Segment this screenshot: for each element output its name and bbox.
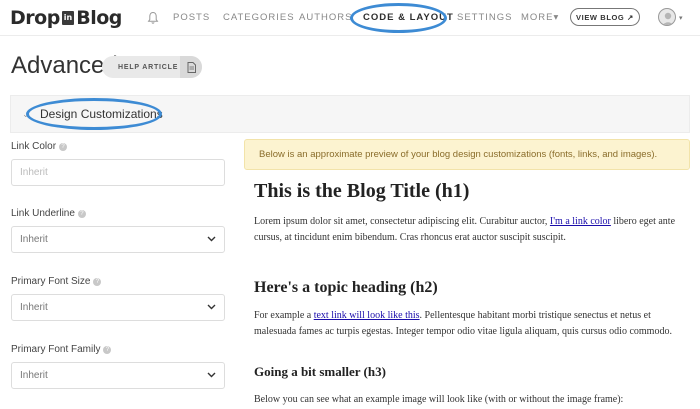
- primary-font-family-value: Inherit: [20, 370, 48, 381]
- chevron-down-icon: [207, 236, 216, 242]
- help-icon[interactable]: ?: [93, 278, 102, 286]
- help-icon[interactable]: ?: [77, 210, 86, 218]
- primary-font-size-value: Inherit: [20, 302, 48, 313]
- link-color-label-text: Link Color: [11, 141, 57, 152]
- primary-font-family-label: Primary Font Family?: [11, 344, 112, 355]
- nav-categories[interactable]: CATEGORIES: [223, 12, 295, 23]
- preview-paragraph-3: Below you can see what an example image …: [254, 394, 624, 405]
- preview-paragraph-1: Lorem ipsum dolor sit amet, consectetur …: [254, 214, 694, 246]
- logo-text-blog: Blog: [76, 7, 122, 29]
- link-underline-value: Inherit: [20, 234, 48, 245]
- primary-font-size-select[interactable]: Inherit: [11, 294, 225, 321]
- user-icon: [662, 12, 674, 25]
- help-article-label: HELP ARTICLE: [118, 63, 179, 71]
- link-underline-label-text: Link Underline: [11, 208, 75, 219]
- avatar[interactable]: [658, 8, 676, 26]
- chevron-down-icon[interactable]: ▾: [679, 14, 683, 22]
- preview-notice: Below is an approximate preview of your …: [244, 139, 690, 170]
- help-article-button[interactable]: HELP ARTICLE: [102, 56, 202, 78]
- dropinblog-logo[interactable]: Drop in Blog: [10, 7, 122, 29]
- preview-h3: Going a bit smaller (h3): [254, 364, 386, 379]
- nav-settings[interactable]: SETTINGS: [457, 12, 513, 23]
- logo-text-drop: Drop: [10, 7, 60, 29]
- link-underline-select[interactable]: Inherit: [11, 226, 225, 253]
- link-color-placeholder: Inherit: [20, 167, 48, 178]
- logo-text-in: in: [61, 11, 75, 25]
- document-icon: [180, 56, 202, 78]
- help-icon[interactable]: ?: [103, 346, 112, 354]
- link-color-input[interactable]: Inherit: [11, 159, 225, 186]
- preview-p1-text-a: Lorem ipsum dolor sit amet, consectetur …: [254, 216, 550, 227]
- bell-icon[interactable]: [147, 11, 159, 25]
- preview-h2: Here's a topic heading (h2): [254, 279, 438, 296]
- nav-more[interactable]: MORE▾: [521, 12, 559, 23]
- primary-font-family-label-text: Primary Font Family: [11, 344, 101, 355]
- help-icon[interactable]: ?: [59, 143, 68, 151]
- preview-p2-text-a: For example a: [254, 310, 314, 321]
- chevron-down-icon: [207, 372, 216, 378]
- section-highlight-ring: [26, 98, 162, 130]
- nav-posts[interactable]: POSTS: [173, 12, 210, 23]
- nav-highlight-ring: [350, 3, 447, 33]
- primary-font-family-select[interactable]: Inherit: [11, 362, 225, 389]
- preview-h1: This is the Blog Title (h1): [254, 180, 470, 202]
- preview-paragraph-2: For example a text link will look like t…: [254, 308, 694, 340]
- preview-link-color[interactable]: I'm a link color: [550, 216, 611, 227]
- link-underline-label: Link Underline?: [11, 208, 86, 219]
- view-blog-button[interactable]: VIEW BLOG ↗: [570, 8, 640, 26]
- chevron-down-icon: [207, 304, 216, 310]
- primary-font-size-label-text: Primary Font Size: [11, 276, 91, 287]
- preview-text-link[interactable]: text link will look like this: [314, 310, 420, 321]
- link-color-label: Link Color?: [11, 141, 68, 152]
- primary-font-size-label: Primary Font Size?: [11, 276, 102, 287]
- nav-authors[interactable]: AUTHORS: [299, 12, 352, 23]
